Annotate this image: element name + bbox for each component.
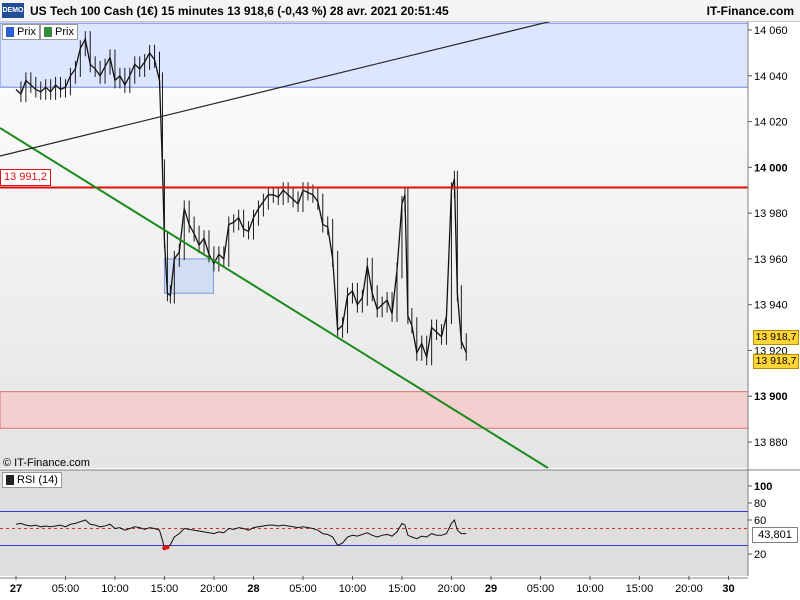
chart-canvas[interactable]: 14 060 14 040 14 020 14 000 13 980 13 960 13 9… [0, 22, 800, 600]
legend-item-price-1[interactable]: Prix [2, 24, 40, 40]
time-tick-label: 05:00 [52, 583, 80, 595]
rsi-indicator-label[interactable]: RSI (14) [2, 472, 62, 488]
demo-badge: DEMO [2, 3, 24, 18]
legend-label: Prix [55, 26, 74, 38]
time-tick-label: 10:00 [339, 583, 367, 595]
last-price-tag: 13 918,7 [753, 354, 799, 369]
time-tick-label: 15:00 [388, 583, 416, 595]
time-tick-label: 20:00 [675, 583, 703, 595]
upper-zone-rectangle [0, 22, 749, 88]
price-tick-label: 13 940 [754, 300, 788, 312]
price-tick-label: 14 000 [754, 162, 788, 174]
time-tick-label: 10:00 [101, 583, 129, 595]
time-tick-label: 20:00 [200, 583, 228, 595]
price-tick-label: 14 040 [754, 71, 788, 83]
price-tick-label: 14 020 [754, 117, 788, 129]
time-tick-label: 05:00 [289, 583, 317, 595]
resistance-level-label[interactable]: 13 991,2 [0, 169, 51, 186]
time-tick-label: 27 [10, 583, 22, 595]
rsi-label-text: RSI (14) [17, 474, 58, 486]
rsi-tick-label: 80 [754, 498, 766, 510]
price-tick-label: 13 980 [754, 208, 788, 220]
chart-title-bar: DEMO US Tech 100 Cash (1€) 15 minutes 13… [0, 0, 800, 22]
time-tick-label: 30 [722, 583, 734, 595]
price-tick-label: 13 880 [754, 437, 788, 449]
time-tick-label: 29 [485, 583, 497, 595]
last-price-tag: 13 918,7 [753, 330, 799, 345]
brand-label: IT-Finance.com [706, 4, 794, 18]
legend-label: Prix [17, 26, 36, 38]
series-color-icon [44, 27, 52, 37]
price-tick-label: 14 060 [754, 25, 788, 37]
time-tick-label: 28 [247, 583, 259, 595]
rsi-oversold-marker [165, 545, 170, 550]
time-tick-label: 10:00 [576, 583, 604, 595]
price-tick-label: 13 900 [754, 391, 788, 403]
indicator-icon [6, 475, 14, 485]
time-tick-label: 15:00 [626, 583, 654, 595]
rsi-tick-label: 100 [754, 481, 772, 493]
rsi-tick-label: 20 [754, 549, 766, 561]
time-tick-label: 15:00 [151, 583, 179, 595]
time-tick-label: 05:00 [527, 583, 555, 595]
rsi-current-value-tag: 43,801 [752, 527, 798, 543]
chart-title: US Tech 100 Cash (1€) 15 minutes 13 918,… [30, 4, 449, 18]
series-color-icon [6, 27, 14, 37]
time-tick-label: 20:00 [438, 583, 466, 595]
price-tick-label: 13 960 [754, 254, 788, 266]
legend-item-price-2[interactable]: Prix [40, 24, 78, 40]
chart-window: DEMO US Tech 100 Cash (1€) 15 minutes 13… [0, 0, 800, 600]
rsi-tick-label: 60 [754, 515, 766, 527]
support-zone-rectangle [0, 391, 749, 429]
copyright-text: © IT-Finance.com [3, 457, 90, 469]
rsi-panel-background [0, 470, 748, 576]
